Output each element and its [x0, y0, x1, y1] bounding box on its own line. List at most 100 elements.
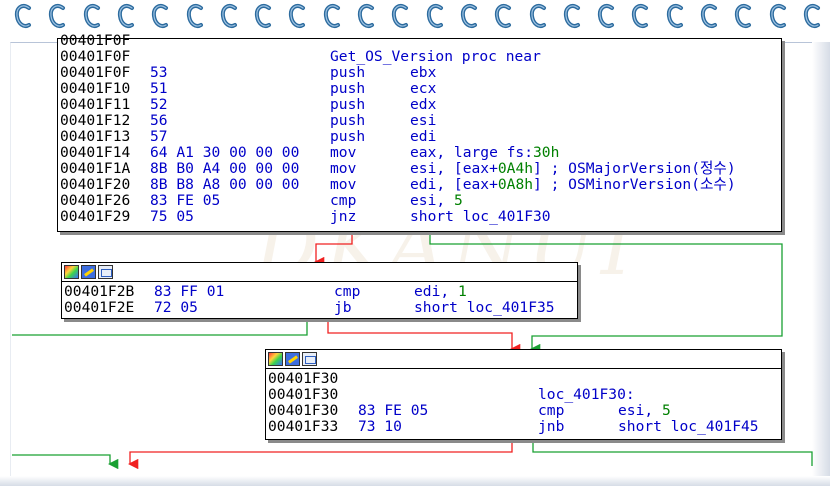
disasm-line[interactable]: 00401F20 8B B8 A8 00 00 00 mov edi, [eax+0A… — [60, 177, 781, 193]
color-palette-icon[interactable] — [64, 265, 79, 279]
block-titlebar — [62, 263, 577, 282]
mnemonic: push — [330, 128, 366, 145]
mnemonic: jb — [334, 299, 352, 316]
edit-pencil-icon[interactable] — [81, 265, 96, 279]
address: 00401F1A — [60, 160, 131, 177]
operands: ebx — [410, 65, 436, 81]
disasm-line[interactable]: 00401F10 51 push ecx — [60, 81, 781, 97]
disasm-line[interactable]: 00401F13 57 push edi — [60, 129, 781, 145]
mnemonic: push — [330, 96, 366, 113]
graph-window-icon[interactable] — [302, 352, 317, 366]
operand-text: short loc_401F30 — [410, 208, 551, 225]
comment: ; OSMinorVersion(소수) — [541, 176, 736, 193]
mnemonic: push — [330, 64, 366, 81]
mnemonic: cmp — [330, 192, 357, 209]
immediate-value: 0A4h — [497, 160, 534, 177]
edge-true-b2-out — [12, 319, 308, 336]
operands: edx — [410, 97, 436, 113]
operand-text: short loc_401F45 — [618, 418, 759, 435]
edge-false-b2-b3 — [327, 319, 521, 355]
operands: esi, 5 — [618, 403, 671, 419]
address: 00401F20 — [60, 176, 131, 193]
disasm-line[interactable]: 00401F1A 8B B0 A4 00 00 00 mov esi, [eax+0A… — [60, 161, 781, 177]
disasm-line[interactable]: 00401F14 64 A1 30 00 00 00 mov eax, large f… — [60, 145, 781, 161]
opcode-bytes: 83 FE 05 — [150, 192, 221, 209]
opcode-bytes: 57 — [150, 128, 168, 145]
disasm-line[interactable]: 00401F2E 72 05 jb short loc_401F35 — [64, 300, 577, 316]
immediate-value: 5 — [661, 402, 671, 419]
mnemonic: push — [330, 80, 366, 97]
opcode-bytes: 64 A1 30 00 00 00 — [150, 144, 300, 161]
immediate-value: 5 — [453, 192, 463, 209]
disasm-line[interactable]: 00401F33 73 10 jnb short loc_401F45 — [268, 419, 781, 435]
edit-pencil-icon[interactable] — [285, 352, 300, 366]
opcode-bytes: 56 — [150, 112, 168, 129]
opcode-bytes: 53 — [150, 64, 168, 81]
code-label: Get_OS_Version proc near — [330, 48, 541, 65]
disasm-line[interactable]: 00401F11 52 push edx — [60, 97, 781, 113]
disasm-line[interactable]: 00401F26 83 FE 05 cmp esi, 5 — [60, 193, 781, 209]
disasm-line[interactable]: 00401F30 83 FE 05 cmp esi, 5 — [268, 403, 781, 419]
code-block-loc-401f30[interactable]: 00401F30 00401F30 loc_401F30: 00401F30 83 FE… — [265, 349, 782, 440]
mnemonic: cmp — [538, 402, 565, 419]
disasm-line[interactable]: 00401F30 — [268, 371, 781, 387]
graph-window-icon[interactable] — [98, 265, 113, 279]
disasm-line[interactable]: 00401F12 56 push esi — [60, 113, 781, 129]
operands: short loc_401F35 — [414, 300, 555, 316]
code-label: loc_401F30: — [538, 386, 635, 403]
address: 00401F30 — [268, 386, 339, 403]
address: 00401F0F — [60, 48, 131, 65]
block-titlebar — [266, 350, 781, 369]
address: 00401F0F — [60, 64, 131, 81]
color-palette-icon[interactable] — [268, 352, 283, 366]
disasm-line[interactable]: 00401F2B 83 FF 01 cmp edi, 1 — [64, 284, 577, 300]
opcode-bytes — [150, 33, 330, 49]
disasm-line[interactable]: 00401F0F 53 push ebx — [60, 65, 781, 81]
disasm-line[interactable]: 00401F0F Get_OS_Version proc near — [60, 49, 781, 65]
immediate-value: 0A8h — [497, 176, 534, 193]
operand-text: edi, [eax+ — [410, 176, 498, 193]
disasm-line[interactable]: 00401F0F — [60, 33, 781, 49]
operands: esi — [410, 113, 436, 129]
disasm-line[interactable]: 00401F30 loc_401F30: — [268, 387, 781, 403]
opcode-bytes: 83 FE 05 — [358, 402, 429, 419]
comment: ; OSMajorVersion(정수) — [541, 160, 736, 177]
opcode-bytes: 73 10 — [358, 418, 402, 435]
operand-text: edx — [410, 96, 437, 113]
operand-text: eax, large fs: — [410, 144, 534, 161]
address: 00401F13 — [60, 128, 131, 145]
operands: short loc_401F45 — [618, 419, 759, 435]
operand-text: esi, — [618, 402, 662, 419]
opcode-bytes: 75 05 — [150, 208, 194, 225]
operands: esi, [eax+0A4h] ; OSMajorVersion(정수) — [410, 161, 736, 177]
operand-text: esi, — [410, 192, 454, 209]
mnemonic: cmp — [334, 283, 361, 300]
mnemonic: push — [330, 112, 366, 129]
address: 00401F30 — [268, 370, 339, 387]
address: 00401F10 — [60, 80, 131, 97]
opcode-bytes — [358, 371, 538, 387]
address: 00401F12 — [60, 112, 131, 129]
operands: edi — [410, 129, 436, 145]
address: 00401F29 — [60, 208, 131, 225]
code-block-get-os-version[interactable]: 00401F0F 00401F0F Get_OS_Version proc near… — [57, 33, 782, 232]
opcode-bytes: 51 — [150, 80, 168, 97]
mnemonic: mov — [330, 160, 357, 177]
immediate-value: 1 — [457, 283, 467, 300]
mnemonic: jnb — [538, 418, 565, 435]
disasm-line[interactable]: 00401F29 75 05 jnz short loc_401F30 — [60, 209, 781, 225]
address: 00401F30 — [268, 402, 339, 419]
code-block-401f2b[interactable]: 00401F2B 83 FF 01 cmp edi, 1 00401F2E 72 05 jb… — [61, 262, 578, 319]
operand-text: ] — [533, 160, 542, 177]
operand-text: ecx — [410, 80, 437, 97]
address: 00401F26 — [60, 192, 131, 209]
address: 00401F2E — [64, 299, 135, 316]
operand-text: esi — [410, 112, 437, 129]
operand-text: edi, — [414, 283, 458, 300]
opcode-bytes: 8B B0 A4 00 00 00 — [150, 160, 300, 177]
operand-text: edi — [410, 128, 437, 145]
mnemonic: mov — [330, 144, 357, 161]
opcode-bytes: 83 FF 01 — [154, 283, 225, 300]
opcode-bytes: 72 05 — [154, 299, 198, 316]
operands: eax, large fs:30h — [410, 145, 559, 161]
